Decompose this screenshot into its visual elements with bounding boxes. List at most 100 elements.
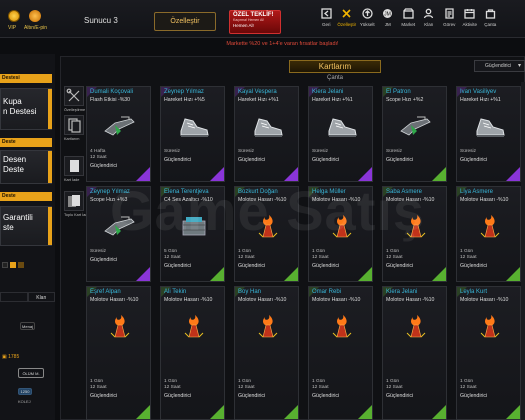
card[interactable]: Zeynep Yılmaz Scope Hızı +%3 Süresiz Güçle… — [86, 186, 151, 282]
card[interactable]: Kayal Vespera Hareket Hızı +%1 Süresiz Güç… — [234, 86, 299, 182]
card[interactable]: Leyla Kurt Molotov Hasarı -%10 1 Gün 12 Sa… — [456, 286, 521, 420]
c4-bomb-icon — [182, 217, 206, 236]
tool-cards[interactable]: Kartlarım — [64, 115, 86, 141]
customize-button[interactable]: Özelleştir — [154, 12, 216, 31]
card-effect: Scope Hızı +%3 — [90, 197, 128, 203]
molotov-icon — [184, 315, 204, 338]
deck-card-2-line1: Desen — [3, 155, 27, 164]
card[interactable]: Zeynep Yılmaz Hareket Hızı +%5 Süresiz Güç… — [160, 86, 225, 182]
scrollbar[interactable] — [521, 82, 525, 420]
card-art — [175, 211, 213, 241]
card[interactable]: Kiera Jelani Molotov Hasarı -%10 1 Gün 12 … — [382, 286, 447, 420]
deck-card-2[interactable]: Desen Deste — [0, 150, 52, 184]
top-bar: VIP Altın/E-pin Sunucu 3 Özelleştir ÖZEL… — [0, 0, 525, 38]
deck-card-3[interactable]: Garantili ste — [0, 206, 52, 246]
nav-label: Özelleştir — [337, 22, 357, 27]
card-effect: Molotov Hasarı -%10 — [460, 197, 509, 203]
deck-card-1[interactable]: Kupa n Destesi — [0, 88, 52, 130]
clan-icon — [419, 8, 440, 19]
card[interactable]: Boy Han Molotov Hasarı -%10 1 Gün 12 Saat G… — [234, 286, 299, 420]
stat-value-3: KOLEJ — [18, 399, 31, 404]
vip-icon[interactable] — [8, 10, 20, 22]
nav-jm[interactable]: JM JM — [378, 8, 399, 34]
molotov-icon — [332, 315, 352, 338]
shoe-icon — [180, 118, 209, 137]
tab-clan[interactable]: Klan — [27, 292, 55, 302]
rarity-badge — [136, 167, 150, 181]
card-effect: Hareket Hızı +%5 — [164, 97, 205, 103]
card[interactable]: Elena Terentjeva C4 Ses Azaltıcı -%10 5 G… — [160, 186, 225, 282]
card[interactable]: Kiera Jelani Hareket Hızı +%1 Süresiz Güçl… — [308, 86, 373, 182]
gold-label: Altın/E-pin — [24, 25, 48, 31]
card-type: Güçlendirici — [238, 157, 266, 163]
card-duration: 1 Gün 12 Saat — [238, 249, 255, 261]
deck-card-2-line2: Deste — [3, 165, 24, 174]
nav-label: Çanta — [484, 22, 497, 27]
nav-klan[interactable]: Klan — [419, 8, 440, 34]
quest-icon — [439, 8, 460, 19]
deck-card-2-accent — [48, 151, 52, 183]
card[interactable]: El Patron Scope Hızı +%2 Süresiz Güçlendir… — [382, 86, 447, 182]
card-art — [175, 111, 213, 141]
nav-geri[interactable]: Geri — [316, 8, 337, 34]
tab-left[interactable] — [0, 292, 28, 302]
deck-card-3-line1: Garantili — [3, 213, 33, 222]
card-art — [101, 111, 139, 141]
card[interactable]: Liya Asmere Molotov Hasarı -%10 1 Gün 12 S… — [456, 186, 521, 282]
card-duration-line: 12 Saat — [164, 255, 181, 260]
card-effect: Molotov Hasarı -%10 — [312, 197, 361, 203]
card[interactable]: Saba Asmere Molotov Hasarı -%10 1 Gün 12 S… — [382, 186, 447, 282]
card-duration: 4 Hafta 12 Saat — [90, 149, 107, 161]
page-dot-2[interactable] — [10, 262, 16, 268]
rarity-badge — [210, 167, 224, 181]
cards-icon — [64, 115, 84, 135]
card-type: Güçlendirici — [386, 393, 414, 399]
menaj-button[interactable]: Menaj — [20, 322, 35, 330]
sort-select[interactable]: Güçlendirici — [474, 60, 525, 72]
card-type: Güçlendirici — [312, 393, 340, 399]
card-type: Güçlendirici — [386, 157, 414, 163]
card-duration: 1 Gün 12 Saat — [312, 249, 329, 261]
gold-coin-icon[interactable] — [29, 10, 41, 22]
card[interactable]: Helga Müller Molotov Hasarı -%10 1 Gün 12 … — [308, 186, 373, 282]
card[interactable]: Bozkurt Doğan Molotov Hasarı -%10 1 Gün 12… — [234, 186, 299, 282]
nav--anta[interactable]: Çanta — [480, 8, 501, 34]
card[interactable]: Ali Tekin Molotov Hasarı -%10 1 Gün 12 Saa… — [160, 286, 225, 420]
rarity-badge — [432, 167, 446, 181]
card-name: Helga Müller — [312, 189, 346, 195]
tool-bulk-return[interactable]: Toplu Kart İade — [64, 191, 90, 217]
nav-y-kselt[interactable]: Yükselt — [357, 8, 378, 34]
rarity-badge — [358, 267, 372, 281]
card-duration: 1 Gün 12 Saat — [238, 379, 255, 391]
card-name: Kayal Vespera — [238, 89, 277, 95]
offer-subtitle: Kaçırma! Hemen Al! — [233, 18, 265, 22]
page-dot-3[interactable] — [18, 262, 24, 268]
death-match-badge[interactable]: ÖLÜM M. — [18, 368, 44, 378]
card[interactable]: Omar Rebi Molotov Hasarı -%10 1 Gün 12 Saa… — [308, 286, 373, 420]
card-duration: Süresiz — [164, 149, 180, 154]
card[interactable]: Dumali Koçovali Flash Etkisi -%30 4 Hafta… — [86, 86, 151, 182]
tool-card-return[interactable]: Kart İade — [64, 156, 86, 182]
card-effect: Molotov Hasarı -%10 — [460, 297, 509, 303]
card-art — [249, 311, 287, 341]
card-effect: Hareket Hızı +%1 — [238, 97, 279, 103]
nav-label: Aktivite — [462, 22, 477, 27]
nav--zelle-tir[interactable]: Özelleştir — [337, 8, 358, 34]
card-name: Eşref Alpan — [90, 289, 121, 295]
card[interactable]: Ivan Vasiliyev Hareket Hızı +%1 Süresiz Gü… — [456, 86, 521, 182]
nav-market[interactable]: Market — [398, 8, 419, 34]
nav-label: Yükselt — [359, 22, 375, 27]
special-offer-banner[interactable]: ÖZEL TEKLİF! Kaçırma! Hemen Al! Hemen Al… — [229, 10, 281, 34]
card-type: Güçlendirici — [386, 263, 414, 269]
tool-wrench[interactable]: Özelleştirme — [64, 86, 86, 112]
page-title: Kartlarım — [289, 60, 381, 73]
card-duration: Süresiz — [238, 149, 254, 154]
card-art — [101, 211, 139, 241]
left-panel: Destesi Kupa n Destesi Deste Desen Deste… — [0, 54, 55, 420]
card[interactable]: Eşref Alpan Molotov Hasarı -%10 1 Gün 12 S… — [86, 286, 151, 420]
nav-aktivite[interactable]: Aktivite — [460, 8, 481, 34]
nav-g-rev[interactable]: Görev — [439, 8, 460, 34]
page-dot-1[interactable] — [2, 262, 8, 268]
card-effect: C4 Ses Azaltıcı -%10 — [164, 197, 213, 203]
card-duration: 1 Gün 12 Saat — [90, 379, 107, 391]
